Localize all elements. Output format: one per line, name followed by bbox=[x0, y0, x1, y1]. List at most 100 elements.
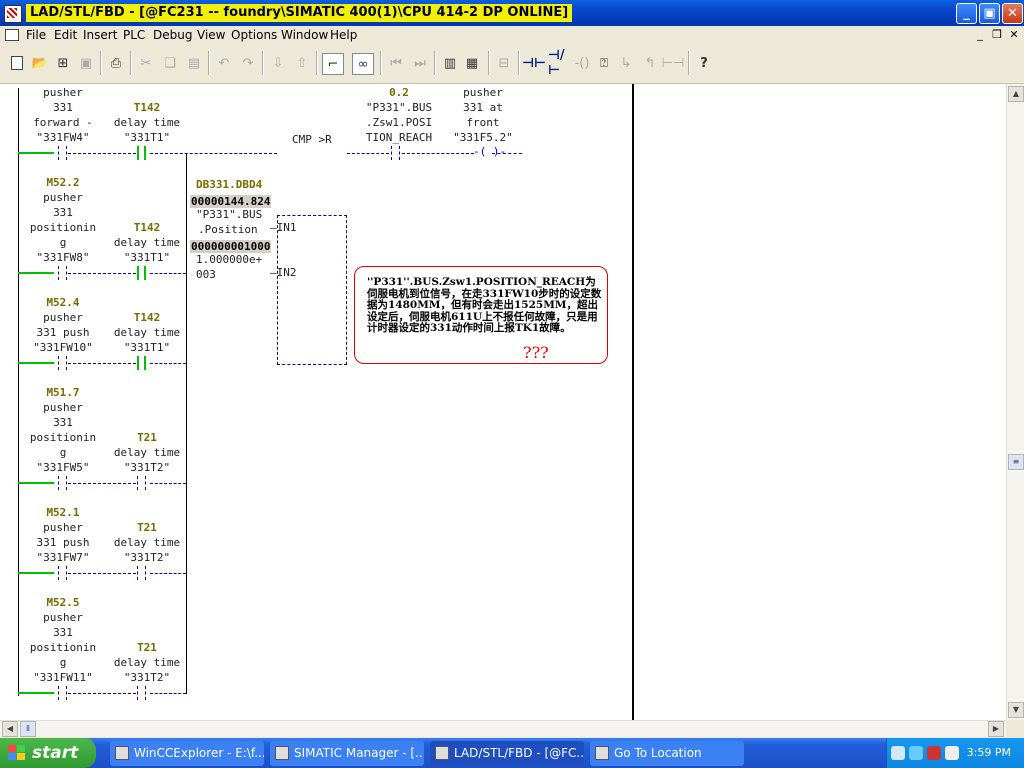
scroll-up-icon[interactable]: ▲ bbox=[1008, 86, 1024, 102]
cut-icon[interactable]: ✂ bbox=[136, 53, 156, 73]
mdi-close-icon[interactable]: ✕ bbox=[1006, 27, 1022, 43]
coil-331f5-2[interactable]: -( )- bbox=[473, 145, 506, 158]
contact-331t1-row2[interactable] bbox=[137, 356, 147, 370]
row1-line3: positionin bbox=[29, 221, 97, 234]
upload-icon[interactable]: ⇧ bbox=[292, 53, 312, 73]
network-tray-icon[interactable] bbox=[909, 746, 923, 760]
forward-icon[interactable]: ⏭ bbox=[410, 53, 430, 73]
redo-icon[interactable]: ↷ bbox=[238, 53, 258, 73]
menu-window[interactable]: Window bbox=[281, 28, 328, 42]
row3-line5: "331FW5" bbox=[36, 461, 90, 474]
connection-icon[interactable]: ⊢⊣ bbox=[662, 53, 685, 73]
branch-open-icon[interactable]: ↳ bbox=[616, 53, 636, 73]
paste-icon[interactable]: ▤ bbox=[184, 53, 204, 73]
contact-331fw4[interactable] bbox=[58, 146, 68, 160]
task-label-lad: LAD/STL/FBD - [@FC... bbox=[454, 746, 584, 760]
download-icon[interactable]: ⇩ bbox=[268, 53, 288, 73]
save-icon[interactable]: ▣ bbox=[76, 53, 96, 73]
contact-331t2-row4[interactable] bbox=[137, 566, 147, 580]
print-icon[interactable]: ⎙ bbox=[106, 53, 126, 73]
menu-help[interactable]: Help bbox=[330, 28, 357, 42]
row2-line3: "331FW10" bbox=[33, 341, 93, 354]
scroll-down-icon[interactable]: ▼ bbox=[1008, 702, 1024, 718]
nc-contact-icon[interactable]: ⊣/⊢ bbox=[548, 48, 568, 78]
menu-view[interactable]: View bbox=[197, 28, 225, 42]
title-bar[interactable]: LAD/STL/FBD - [@FC231 -- foundry\SIMATIC… bbox=[0, 0, 1024, 26]
rung1-c3-line2: "P331".BUS bbox=[365, 101, 433, 114]
cmp-box[interactable] bbox=[277, 215, 347, 365]
row4-line3: "331FW7" bbox=[36, 551, 90, 564]
row4-t-line1: delay time bbox=[113, 536, 181, 549]
row1-addr: M52.2 bbox=[46, 176, 80, 189]
undo-icon[interactable]: ↶ bbox=[214, 53, 234, 73]
wincc-icon bbox=[115, 746, 129, 760]
contact-331fw8[interactable] bbox=[58, 266, 68, 280]
horizontal-scrollbar[interactable]: ◀ ⦀ ▶ bbox=[0, 720, 1006, 737]
new-icon[interactable] bbox=[7, 53, 27, 73]
scroll-right-icon[interactable]: ▶ bbox=[988, 721, 1004, 737]
menu-file[interactable]: File bbox=[26, 28, 46, 42]
cmp-in1-sym2: .Position bbox=[198, 223, 258, 236]
task-wincc-explorer[interactable]: WinCCExplorer - E:\f... bbox=[110, 741, 264, 766]
overview-icon[interactable]: ▥ bbox=[440, 53, 460, 73]
row4-t-line2: "331T2" bbox=[123, 551, 171, 564]
monitor-icon[interactable]: ∞ bbox=[352, 53, 374, 75]
app-icon[interactable] bbox=[4, 5, 22, 23]
start-button[interactable]: start bbox=[0, 738, 96, 768]
coil-icon[interactable]: -() bbox=[572, 53, 592, 73]
tray-expand-icon[interactable] bbox=[891, 746, 905, 760]
contact-331t1-row1[interactable] bbox=[137, 266, 147, 280]
back-icon[interactable]: ⏮ bbox=[386, 53, 406, 73]
contact-position-reach[interactable] bbox=[391, 146, 401, 160]
menu-insert[interactable]: Insert bbox=[83, 28, 117, 42]
vertical-scrollbar[interactable]: ▲ ≡ ▼ bbox=[1006, 84, 1024, 720]
power-rail bbox=[18, 88, 19, 696]
restore-button[interactable]: ▣ bbox=[979, 3, 1000, 24]
insert-box-icon[interactable]: ⊟ bbox=[494, 53, 514, 73]
details-pane[interactable] bbox=[634, 84, 1006, 720]
clock[interactable]: 3:59 PM bbox=[967, 746, 1011, 759]
note-text: ''P331''.BUS.Zsw1.POSITION_REACH为伺服电机到位信… bbox=[367, 276, 602, 334]
row2-wire-b bbox=[150, 363, 186, 364]
scroll-thumb[interactable]: ≡ bbox=[1008, 454, 1024, 470]
menu-plc[interactable]: PLC bbox=[123, 28, 145, 42]
task-lad-stl-fbd[interactable]: LAD/STL/FBD - [@FC... bbox=[430, 741, 584, 766]
ladder-editor[interactable]: pusher 331 forward - "331FW4" T142 delay… bbox=[0, 84, 632, 720]
scroll-left-icon[interactable]: ◀ bbox=[2, 721, 18, 737]
help-icon[interactable]: ? bbox=[694, 53, 714, 73]
comment-note: ''P331''.BUS.Zsw1.POSITION_REACH为伺服电机到位信… bbox=[354, 266, 608, 364]
volume-tray-icon[interactable] bbox=[945, 746, 959, 760]
rung1-wire-b bbox=[150, 153, 277, 154]
task-label-simatic: SIMATIC Manager - [... bbox=[294, 746, 424, 760]
contact-331fw7[interactable] bbox=[58, 566, 68, 580]
contact-331fw5[interactable] bbox=[58, 476, 68, 490]
no-contact-icon[interactable]: ⊣⊢ bbox=[522, 53, 546, 73]
open-icon[interactable]: 📂 bbox=[30, 53, 50, 73]
document-icon[interactable] bbox=[5, 29, 19, 41]
mdi-restore-icon[interactable]: ❐ bbox=[989, 27, 1005, 43]
close-button[interactable]: ✕ bbox=[1002, 3, 1023, 24]
row5-t-line1: delay time bbox=[113, 656, 181, 669]
menu-debug[interactable]: Debug bbox=[153, 28, 192, 42]
minimize-button[interactable]: _ bbox=[956, 3, 977, 24]
mdi-minimize-icon[interactable]: _ bbox=[972, 27, 988, 43]
row1-line1: pusher bbox=[43, 191, 83, 204]
contact-331t2-row5[interactable] bbox=[137, 686, 147, 700]
branch-close-icon[interactable]: ↰ bbox=[640, 53, 660, 73]
accessible-nodes-icon[interactable]: ⊞ bbox=[53, 53, 73, 73]
details-icon[interactable]: ▦ bbox=[462, 53, 482, 73]
contact-331t1-rung1[interactable] bbox=[137, 146, 147, 160]
contact-331t2-row3[interactable] bbox=[137, 476, 147, 490]
copy-icon[interactable]: ❏ bbox=[160, 53, 180, 73]
task-simatic-manager[interactable]: SIMATIC Manager - [... bbox=[270, 741, 424, 766]
menu-options[interactable]: Options bbox=[231, 28, 277, 42]
contact-331fw10[interactable] bbox=[58, 356, 68, 370]
cmp-in2-value: 000000001000 bbox=[190, 240, 272, 253]
hscroll-thumb[interactable]: ⦀ bbox=[20, 721, 36, 737]
empty-box-icon[interactable]: ⍰ bbox=[594, 53, 614, 73]
security-tray-icon[interactable] bbox=[927, 746, 941, 760]
task-go-to-location[interactable]: Go To Location bbox=[590, 741, 744, 766]
network-icon[interactable]: ⌐ bbox=[322, 53, 344, 75]
contact-331fw11[interactable] bbox=[58, 686, 68, 700]
menu-edit[interactable]: Edit bbox=[54, 28, 77, 42]
